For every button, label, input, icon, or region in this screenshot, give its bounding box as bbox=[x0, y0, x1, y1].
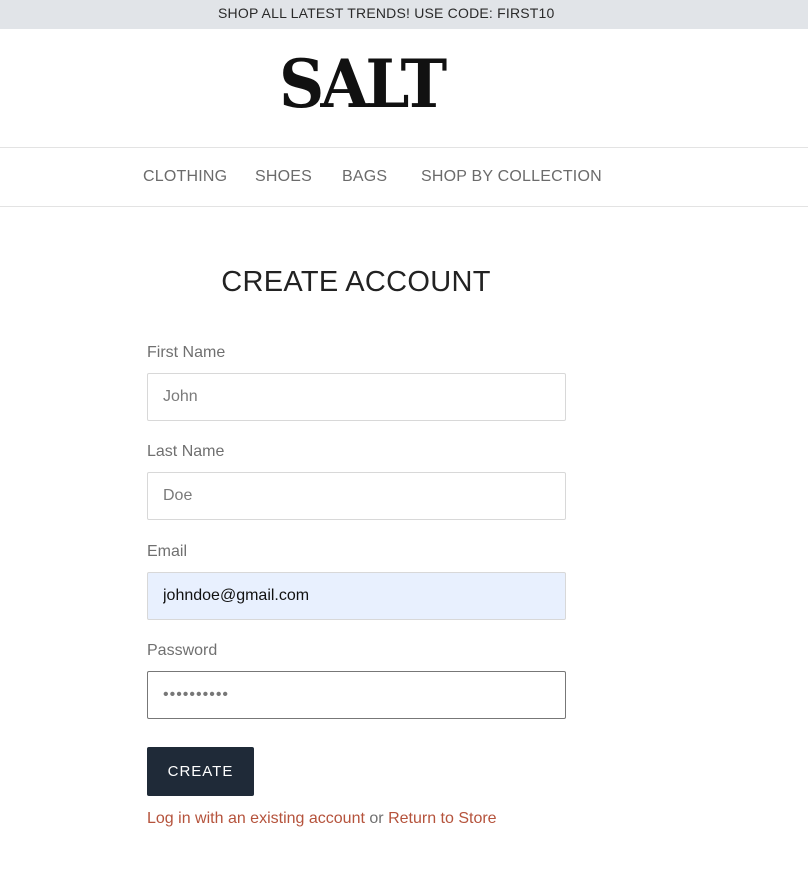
last-name-label: Last Name bbox=[147, 443, 225, 460]
nav-item-bags[interactable]: BAGS bbox=[342, 168, 387, 186]
logo[interactable]: SALT bbox=[279, 51, 447, 117]
create-button[interactable]: CREATE bbox=[147, 747, 254, 796]
main-nav: CLOTHING SHOES BAGS SHOP BY COLLECTION bbox=[0, 148, 808, 207]
account-links: Log in with an existing account or Retur… bbox=[147, 810, 497, 828]
announcement-bar: SHOP ALL LATEST TRENDS! USE CODE: FIRST1… bbox=[0, 0, 808, 29]
nav-item-shoes[interactable]: SHOES bbox=[255, 168, 312, 186]
announcement-text: SHOP ALL LATEST TRENDS! USE CODE: FIRST1… bbox=[218, 5, 555, 21]
last-name-field[interactable] bbox=[147, 472, 566, 520]
nav-item-clothing[interactable]: CLOTHING bbox=[143, 168, 227, 186]
links-separator: or bbox=[369, 810, 384, 827]
password-field[interactable] bbox=[147, 671, 566, 719]
first-name-field[interactable] bbox=[147, 373, 566, 421]
page-title: CREATE ACCOUNT bbox=[221, 266, 491, 298]
nav-item-shop-by-collection[interactable]: SHOP BY COLLECTION bbox=[421, 168, 602, 186]
login-link[interactable]: Log in with an existing account bbox=[147, 810, 365, 827]
email-field[interactable] bbox=[147, 572, 566, 620]
password-label: Password bbox=[147, 642, 218, 659]
site-header: SALT bbox=[0, 29, 808, 148]
return-to-store-link[interactable]: Return to Store bbox=[388, 810, 497, 827]
first-name-label: First Name bbox=[147, 344, 226, 361]
email-label: Email bbox=[147, 543, 188, 560]
